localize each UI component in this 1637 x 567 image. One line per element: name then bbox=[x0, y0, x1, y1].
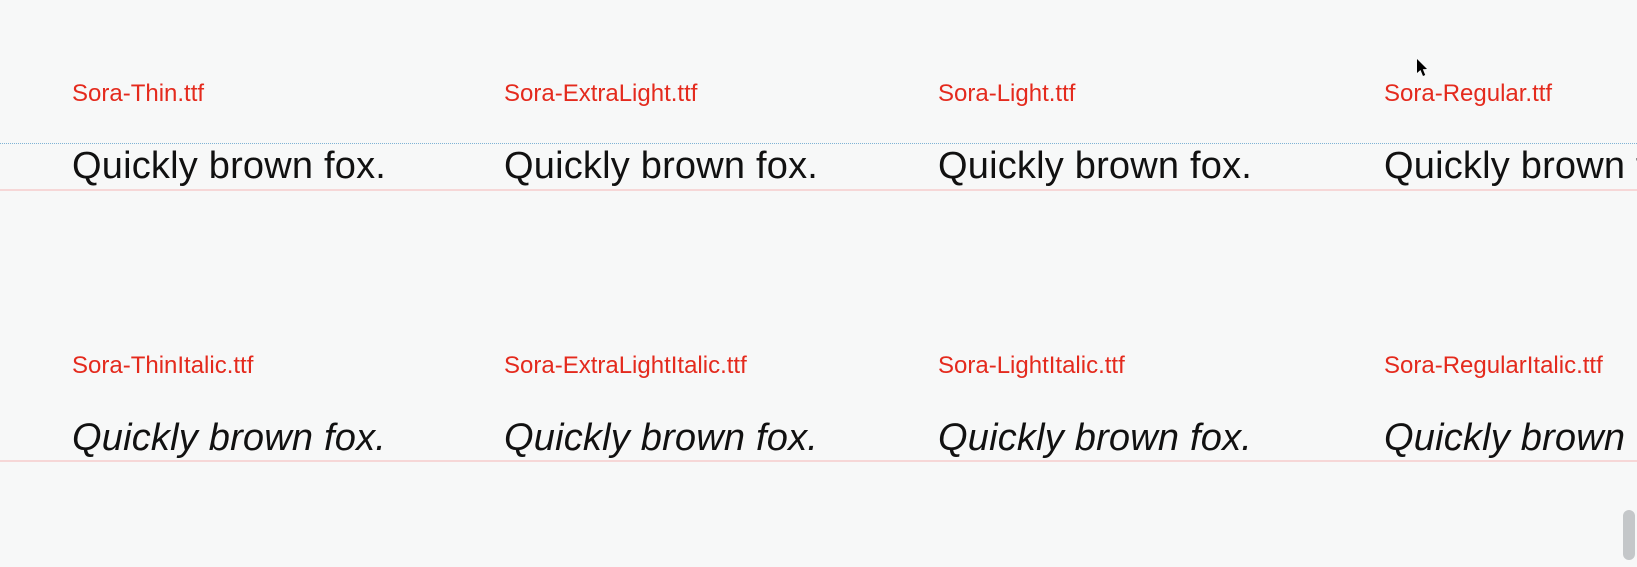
font-cell: Sora-LightItalic.ttf bbox=[938, 352, 1125, 381]
font-sample-text: Quickly brown fox. bbox=[1384, 415, 1637, 461]
font-specimen-canvas: Sora-Thin.ttf Quickly brown fox. Sora-Ex… bbox=[0, 0, 1637, 567]
font-filename-label: Sora-ExtraLight.ttf bbox=[504, 80, 697, 109]
font-filename-label: Sora-LightItalic.ttf bbox=[938, 352, 1125, 381]
font-sample-text: Quickly brown fox. bbox=[1384, 143, 1637, 189]
vertical-scrollbar-track[interactable] bbox=[1623, 0, 1635, 567]
font-filename-label: Sora-Thin.ttf bbox=[72, 80, 204, 109]
font-sample-text: Quickly brown fox. bbox=[504, 415, 818, 461]
font-filename-label: Sora-Light.ttf bbox=[938, 80, 1075, 109]
font-sample-text: Quickly brown fox. bbox=[72, 415, 386, 461]
font-sample-text: Quickly brown fox. bbox=[938, 143, 1252, 189]
font-cell: Sora-Thin.ttf bbox=[72, 80, 204, 109]
font-cell: Sora-ExtraLight.ttf bbox=[504, 80, 697, 109]
font-sample-text: Quickly brown fox. bbox=[72, 143, 386, 189]
vertical-scrollbar-thumb[interactable] bbox=[1623, 510, 1635, 560]
font-cell: Sora-Regular.ttf bbox=[1384, 80, 1552, 109]
font-cell: Sora-RegularItalic.ttf bbox=[1384, 352, 1603, 381]
mouse-cursor-icon bbox=[1416, 58, 1432, 78]
font-filename-label: Sora-RegularItalic.ttf bbox=[1384, 352, 1603, 381]
font-cell: Sora-ThinItalic.ttf bbox=[72, 352, 253, 381]
font-sample-text: Quickly brown fox. bbox=[938, 415, 1252, 461]
font-cell: Sora-Light.ttf bbox=[938, 80, 1075, 109]
font-filename-label: Sora-ThinItalic.ttf bbox=[72, 352, 253, 381]
font-cell: Sora-ExtraLightItalic.ttf bbox=[504, 352, 747, 381]
font-sample-text: Quickly brown fox. bbox=[504, 143, 818, 189]
font-filename-label: Sora-ExtraLightItalic.ttf bbox=[504, 352, 747, 381]
font-filename-label: Sora-Regular.ttf bbox=[1384, 80, 1552, 109]
